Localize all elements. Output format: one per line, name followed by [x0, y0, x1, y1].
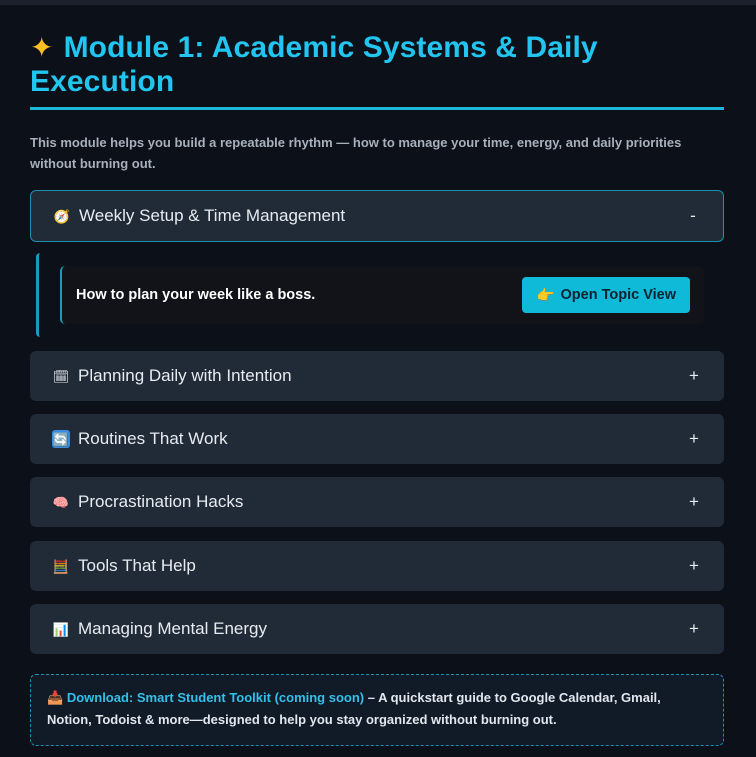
expand-toggle[interactable]: +	[684, 429, 704, 449]
expand-toggle[interactable]: +	[684, 366, 704, 386]
module-page: ✦ Module 1: Academic Systems & Daily Exec…	[30, 0, 724, 746]
accordion-item-weekly-setup[interactable]: 🧭 Weekly Setup & Time Management -	[30, 190, 724, 242]
compass-icon: 🧭	[53, 208, 71, 224]
expand-toggle[interactable]: +	[684, 619, 704, 639]
abacus-icon: 🧮	[52, 558, 70, 574]
page-title: ✦ Module 1: Academic Systems & Daily Exec…	[30, 0, 724, 99]
accordion-label: Managing Mental Energy	[78, 619, 268, 638]
accordion-label: Planning Daily with Intention	[78, 366, 292, 385]
accordion-item-tools[interactable]: 🧮 Tools That Help +	[30, 541, 724, 591]
accordion-item-routines[interactable]: 🔄 Routines That Work +	[30, 414, 724, 464]
accordion-label: Procrastination Hacks	[78, 492, 244, 511]
accordion-label: Weekly Setup & Time Management	[79, 206, 346, 225]
module-intro: This module helps you build a repeatable…	[30, 135, 682, 171]
open-topic-view-label: Open Topic View	[560, 287, 676, 303]
expanded-panel: How to plan your week like a boss. 👉 Ope…	[36, 253, 727, 337]
page-title-text: Module 1: Academic Systems & Daily Execu…	[30, 31, 598, 98]
expand-toggle[interactable]: +	[684, 556, 704, 576]
brain-icon: 🧠	[52, 494, 70, 510]
topic-summary: How to plan your week like a boss.	[76, 287, 316, 303]
toolkit-callout: 📥 Download: Smart Student Toolkit (comin…	[30, 674, 724, 746]
accordion-label: Routines That Work	[78, 429, 228, 448]
repeat-icon: 🔄	[52, 430, 70, 448]
accordion-item-mental-energy[interactable]: 📊 Managing Mental Energy +	[30, 604, 724, 654]
open-topic-view-button[interactable]: 👉 Open Topic View	[522, 277, 690, 313]
accordion-label: Tools That Help	[78, 556, 196, 575]
expand-toggle[interactable]: +	[684, 492, 704, 512]
accordion-item-procrastination[interactable]: 🧠 Procrastination Hacks +	[30, 477, 724, 527]
title-divider	[30, 107, 724, 110]
calendar-icon: 🗓	[52, 368, 70, 384]
topic-card: How to plan your week like a boss. 👉 Ope…	[60, 266, 704, 324]
inbox-icon: 📥	[47, 690, 64, 705]
sparkle-icon: ✦	[30, 32, 54, 63]
accordion-item-planning-daily[interactable]: 🗓 Planning Daily with Intention +	[30, 351, 724, 401]
bar-chart-icon: 📊	[52, 621, 70, 637]
pointing-hand-icon: 👉	[536, 287, 555, 304]
collapse-toggle[interactable]: -	[683, 206, 703, 226]
toolkit-download-link[interactable]: Download: Smart Student Toolkit (coming …	[67, 690, 364, 705]
